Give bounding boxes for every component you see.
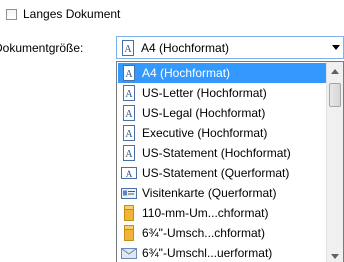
list-item[interactable]: A US-Legal (Hochformat) [118,103,326,123]
list-item-label: US-Letter (Hochformat) [142,86,267,100]
long-document-row[interactable]: Langes Dokument [0,6,120,22]
list-item-label: 110-mm-Um...chformat) [142,206,269,220]
list-item-label: Executive (Hochformat) [142,126,268,140]
list-item[interactable]: 6¾"-Umsch...chformat) [118,223,326,243]
list-item-label: A4 (Hochformat) [142,66,231,80]
document-size-dropdown[interactable]: A A4 (Hochformat) [116,36,344,59]
list-item[interactable]: Visitenkarte (Querformat) [118,183,326,203]
scroll-up-icon[interactable] [331,69,339,74]
svg-text:A: A [125,149,133,160]
svg-text:A: A [125,129,133,140]
envelope-icon [124,205,134,221]
list-item-label: US-Statement (Querformat) [142,166,290,180]
portrait-page-icon: A [123,85,135,101]
list-item-label: 6¾"-Umsch...chformat) [142,226,265,240]
list-item-label: Visitenkarte (Querformat) [142,186,277,200]
portrait-page-icon: A [123,145,135,161]
chevron-down-icon[interactable] [332,45,340,50]
document-size-list: A A4 (Hochformat) A US-Letter (Hochformat) A… [116,61,344,262]
portrait-page-icon: A [123,105,135,121]
list-item-label: US-Statement (Hochformat) [142,146,291,160]
list-item-label: US-Legal (Hochformat) [142,106,266,120]
svg-text:A: A [125,69,133,80]
list-item[interactable]: A US-Statement (Querformat) [118,163,326,183]
list-item[interactable]: A US-Letter (Hochformat) [118,83,326,103]
business-card-icon [121,188,137,199]
scroll-down-icon[interactable] [331,254,339,259]
landscape-envelope-icon [121,248,137,259]
landscape-page-icon: A [121,167,137,179]
list-item[interactable]: 6¾"-Umschl...uerformat) [118,243,326,262]
list-item[interactable]: A US-Statement (Hochformat) [118,143,326,163]
svg-text:A: A [126,169,133,179]
portrait-page-icon: A [123,125,135,141]
long-document-checkbox[interactable] [6,8,17,20]
scroll-thumb[interactable] [329,83,341,107]
portrait-page-icon: A [122,39,134,56]
list-scrollbar[interactable] [326,62,343,262]
svg-text:A: A [125,89,133,100]
portrait-page-icon: A [123,65,135,81]
list-item-label: 6¾"-Umschl...uerformat) [142,246,273,260]
list-item[interactable]: A Executive (Hochformat) [118,123,326,143]
svg-text:A: A [125,109,133,120]
document-size-label: Dokumentgröße: [0,41,84,55]
document-size-value: A4 (Hochformat) [141,40,230,55]
svg-text:A: A [124,44,132,55]
list-item[interactable]: 110-mm-Um...chformat) [118,203,326,223]
envelope-icon [124,225,134,241]
long-document-label: Langes Dokument [23,7,121,21]
list-item[interactable]: A A4 (Hochformat) [118,63,326,83]
